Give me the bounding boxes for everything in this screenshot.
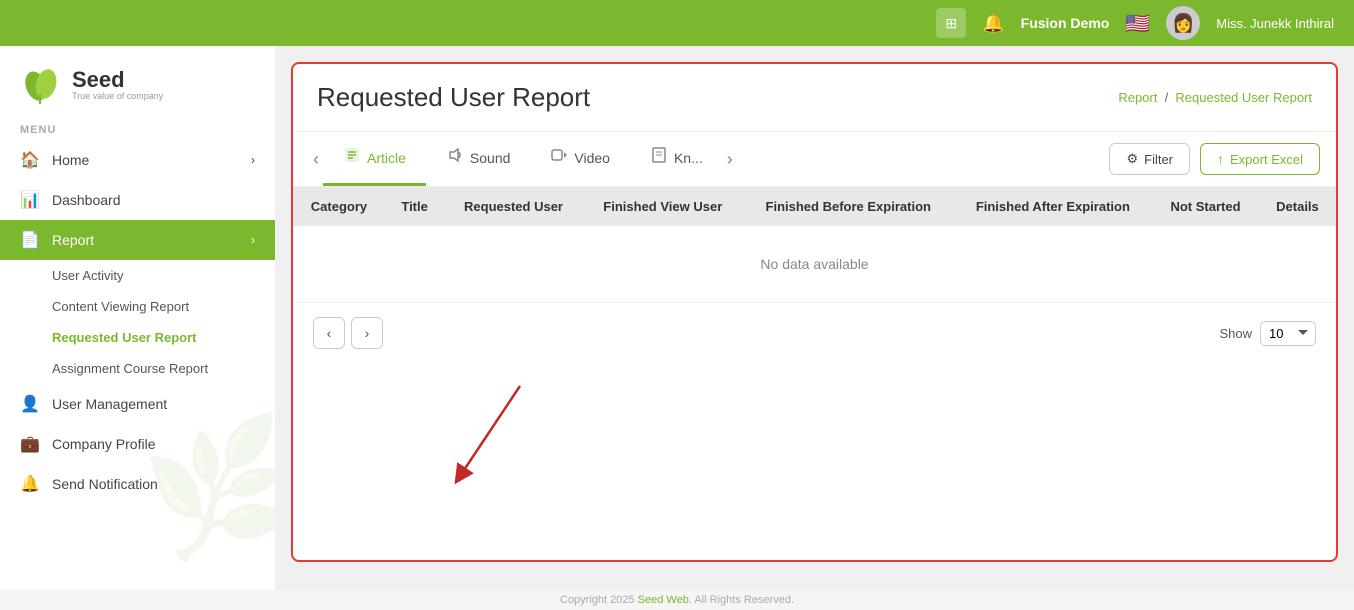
col-title: Title bbox=[385, 187, 444, 226]
next-page-button[interactable]: › bbox=[351, 317, 383, 349]
logo: Seed True value of company bbox=[0, 46, 275, 116]
sidebar-label-report: Report bbox=[52, 232, 94, 248]
filter-button[interactable]: ⚙ Filter bbox=[1109, 143, 1190, 175]
sidebar-label-notification: Send Notification bbox=[52, 476, 158, 492]
notification-icon: 🔔 bbox=[20, 474, 40, 494]
report-icon: 📄 bbox=[20, 230, 40, 250]
logo-sub: True value of company bbox=[72, 91, 163, 101]
tab-video-label: Video bbox=[574, 150, 610, 166]
chevron-right-active-icon: › bbox=[251, 233, 255, 247]
tab-video[interactable]: Video bbox=[530, 132, 630, 186]
grid-icon[interactable]: ⊞ bbox=[936, 8, 966, 38]
sound-tab-icon bbox=[446, 146, 464, 169]
show-label: Show bbox=[1219, 326, 1252, 341]
sidebar-item-assignment-course[interactable]: Assignment Course Report bbox=[0, 353, 275, 384]
sidebar: Seed True value of company MENU 🏠 Home ›… bbox=[0, 46, 275, 590]
main-layout: Seed True value of company MENU 🏠 Home ›… bbox=[0, 46, 1354, 590]
tabs-group: ‹ Article Sound bbox=[309, 132, 737, 186]
user-icon: 👤 bbox=[20, 394, 40, 414]
sidebar-item-report[interactable]: 📄 Report › bbox=[0, 220, 275, 260]
subitem-label-user-activity: User Activity bbox=[52, 268, 124, 283]
logo-text-group: Seed True value of company bbox=[72, 69, 163, 101]
rights-text: . All Rights Reserved. bbox=[689, 594, 794, 606]
sidebar-item-requested-user[interactable]: Requested User Report bbox=[0, 322, 275, 353]
tab-kn[interactable]: Kn... bbox=[630, 132, 723, 186]
table-header-row: Category Title Requested User Finished V… bbox=[293, 187, 1336, 226]
table-body: No data available bbox=[293, 226, 1336, 303]
seed-web-link[interactable]: Seed Web bbox=[638, 594, 689, 606]
col-requested-user: Requested User bbox=[444, 187, 582, 226]
toolbar-right: ⚙ Filter ↑ Export Excel bbox=[1109, 143, 1320, 175]
flag-icon: 🇺🇸 bbox=[1125, 11, 1150, 36]
sidebar-item-company-profile[interactable]: 💼 Company Profile bbox=[0, 424, 275, 464]
page-title: Requested User Report bbox=[317, 82, 590, 113]
sidebar-item-dashboard[interactable]: 📊 Dashboard bbox=[0, 180, 275, 220]
company-name: Fusion Demo bbox=[1021, 15, 1110, 31]
filter-icon: ⚙ bbox=[1126, 151, 1138, 167]
tabs-row: ‹ Article Sound bbox=[293, 132, 1336, 187]
subitem-label-requested-user: Requested User Report bbox=[52, 330, 196, 345]
per-page-select[interactable]: 10 25 50 100 bbox=[1260, 321, 1316, 346]
col-details: Details bbox=[1259, 187, 1336, 226]
video-tab-icon bbox=[550, 146, 568, 169]
article-tab-icon bbox=[343, 146, 361, 169]
content-area: Requested User Report Report / Requested… bbox=[275, 46, 1354, 590]
chevron-right-icon: › bbox=[251, 153, 255, 167]
breadcrumb: Report / Requested User Report bbox=[1118, 90, 1312, 105]
prev-page-button[interactable]: ‹ bbox=[313, 317, 345, 349]
kn-tab-icon bbox=[650, 146, 668, 169]
pagination-row: ‹ › Show 10 25 50 100 bbox=[293, 303, 1336, 363]
menu-label: MENU bbox=[0, 116, 275, 140]
bell-icon[interactable]: 🔔 bbox=[982, 13, 1004, 34]
show-row: Show 10 25 50 100 bbox=[1219, 321, 1316, 346]
report-header: Requested User Report Report / Requested… bbox=[293, 64, 1336, 132]
col-finished-before: Finished Before Expiration bbox=[743, 187, 954, 226]
export-icon: ↑ bbox=[1217, 151, 1224, 167]
breadcrumb-current: Requested User Report bbox=[1175, 90, 1312, 105]
tab-article[interactable]: Article bbox=[323, 132, 426, 186]
sidebar-item-user-activity[interactable]: User Activity bbox=[0, 260, 275, 291]
tab-article-label: Article bbox=[367, 150, 406, 166]
export-label: Export Excel bbox=[1230, 152, 1303, 167]
report-card: Requested User Report Report / Requested… bbox=[291, 62, 1338, 562]
sidebar-item-user-management[interactable]: 👤 User Management bbox=[0, 384, 275, 424]
chart-icon: 📊 bbox=[20, 190, 40, 210]
tab-next-arrow[interactable]: › bbox=[723, 141, 737, 178]
col-category: Category bbox=[293, 187, 385, 226]
table-header: Category Title Requested User Finished V… bbox=[293, 187, 1336, 226]
logo-icon bbox=[20, 64, 62, 106]
sidebar-label-home: Home bbox=[52, 152, 89, 168]
sidebar-item-send-notification[interactable]: 🔔 Send Notification bbox=[0, 464, 275, 504]
table-container: Category Title Requested User Finished V… bbox=[293, 187, 1336, 303]
copyright-text: Copyright 2025 bbox=[560, 594, 638, 606]
username-label: Miss. Junekk Inthiral bbox=[1216, 16, 1334, 31]
top-navbar: ⊞ 🔔 Fusion Demo 🇺🇸 👩 Miss. Junekk Inthir… bbox=[0, 0, 1354, 46]
footer: Copyright 2025 Seed Web. All Rights Rese… bbox=[0, 590, 1354, 610]
col-not-started: Not Started bbox=[1152, 187, 1259, 226]
filter-label: Filter bbox=[1144, 152, 1173, 167]
logo-name: Seed bbox=[72, 69, 163, 91]
export-excel-button[interactable]: ↑ Export Excel bbox=[1200, 143, 1320, 175]
subitem-label-content-viewing: Content Viewing Report bbox=[52, 299, 189, 314]
no-data-cell: No data available bbox=[293, 226, 1336, 303]
avatar[interactable]: 👩 bbox=[1166, 6, 1200, 40]
page-buttons: ‹ › bbox=[313, 317, 383, 349]
col-finished-after: Finished After Expiration bbox=[954, 187, 1152, 226]
sidebar-label-company: Company Profile bbox=[52, 436, 156, 452]
sidebar-label-user-mgmt: User Management bbox=[52, 396, 167, 412]
tab-sound[interactable]: Sound bbox=[426, 132, 530, 186]
breadcrumb-base: Report bbox=[1118, 90, 1157, 105]
briefcase-icon: 💼 bbox=[20, 434, 40, 454]
tab-kn-label: Kn... bbox=[674, 150, 703, 166]
sidebar-item-home[interactable]: 🏠 Home › bbox=[0, 140, 275, 180]
tab-prev-arrow[interactable]: ‹ bbox=[309, 141, 323, 178]
col-finished-view-user: Finished View User bbox=[583, 187, 743, 226]
report-table: Category Title Requested User Finished V… bbox=[293, 187, 1336, 303]
no-data-row: No data available bbox=[293, 226, 1336, 303]
tab-sound-label: Sound bbox=[470, 150, 510, 166]
sidebar-label-dashboard: Dashboard bbox=[52, 192, 121, 208]
home-icon: 🏠 bbox=[20, 150, 40, 170]
sidebar-item-content-viewing[interactable]: Content Viewing Report bbox=[0, 291, 275, 322]
subitem-label-assignment-course: Assignment Course Report bbox=[52, 361, 208, 376]
